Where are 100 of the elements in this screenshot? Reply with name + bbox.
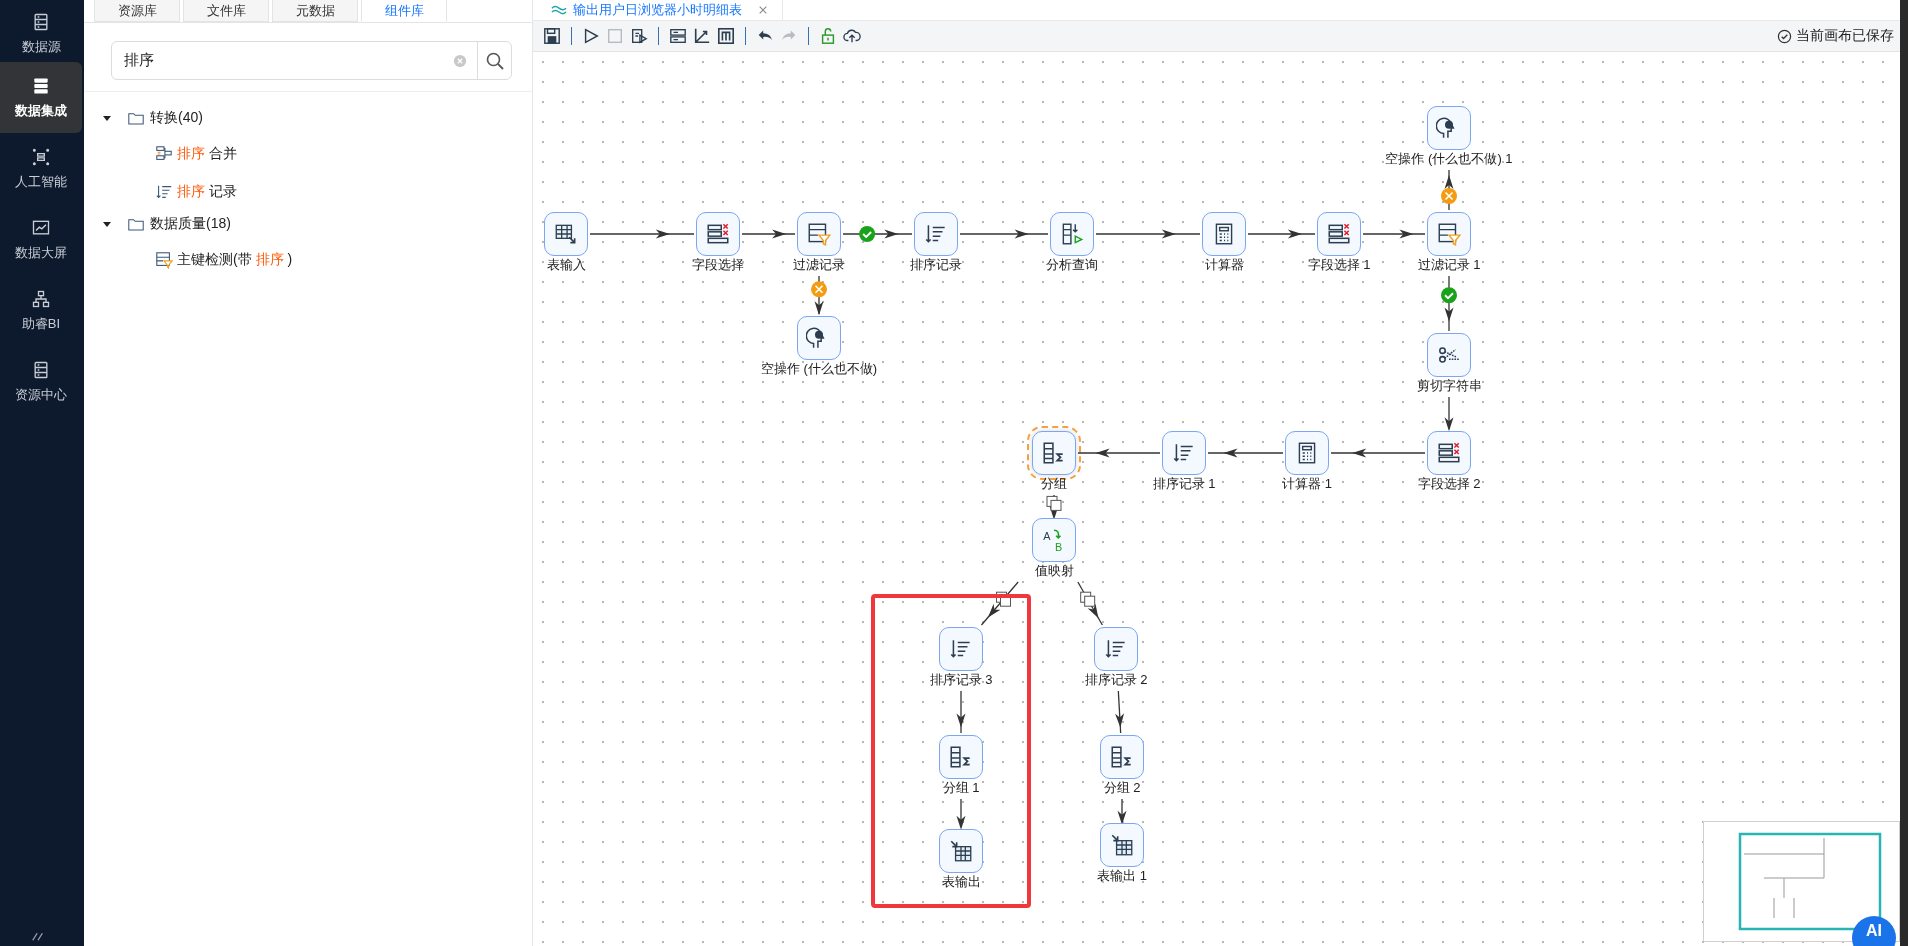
step-node[interactable] <box>1317 212 1361 256</box>
merge-icon <box>155 145 173 163</box>
node-label: 排序记录 3 <box>929 672 993 688</box>
step-node[interactable] <box>797 212 841 256</box>
node-label: 空操作 (什么也不做) 1 <box>1385 151 1513 167</box>
table-arrow-icon <box>1109 832 1135 858</box>
search-icon <box>484 50 505 71</box>
node-label: 字段选择 1 <box>1307 257 1371 273</box>
search-field[interactable]: 排序 <box>111 41 512 80</box>
connector-arrow <box>1077 581 1103 626</box>
node-label: 剪切字符串 <box>1416 378 1482 394</box>
connector-arrow <box>1444 396 1454 432</box>
step-node[interactable] <box>914 212 958 256</box>
panel-tab[interactable]: 元数据 <box>272 0 358 22</box>
rows-icon <box>669 27 687 45</box>
panel-tab[interactable]: 资源库 <box>94 0 180 22</box>
connector-arrow <box>1362 229 1426 239</box>
node-label: 计算器 1 <box>1282 476 1332 492</box>
step-node[interactable] <box>544 212 588 256</box>
caret-icon[interactable] <box>102 113 112 123</box>
category-label[interactable]: 转换(40) <box>150 109 203 127</box>
step-node[interactable] <box>1050 212 1094 256</box>
connector-arrow <box>842 229 913 239</box>
floppy-icon <box>543 27 561 45</box>
step-node[interactable] <box>1100 735 1144 779</box>
connector-arrow <box>980 581 1019 626</box>
close-icon[interactable] <box>758 5 768 15</box>
step-node[interactable] <box>797 316 841 360</box>
component-item[interactable]: 排序 合并 <box>177 145 237 163</box>
step-node[interactable] <box>1427 333 1471 377</box>
node-label: 分组 <box>1041 476 1067 492</box>
connector-arrow <box>741 229 796 239</box>
connector-arrow <box>1117 798 1127 825</box>
caret-icon[interactable] <box>102 219 112 229</box>
node-label: 排序记录 2 <box>1084 672 1148 688</box>
step-node[interactable] <box>1100 823 1144 867</box>
nav-item[interactable]: 助睿BI <box>0 275 82 346</box>
step-node[interactable] <box>1427 431 1471 475</box>
step-node[interactable] <box>1427 212 1471 256</box>
letter-b: B <box>1055 540 1063 553</box>
save-status: 当前画布已保存 <box>1796 27 1894 45</box>
scan-icon <box>31 146 51 167</box>
node-label: 表输出 <box>941 874 981 890</box>
step-node[interactable] <box>696 212 740 256</box>
wave-icon <box>551 4 567 16</box>
step-node[interactable] <box>1285 431 1329 475</box>
node-label: 表输出 1 <box>1097 868 1147 884</box>
node-label: 排序记录 <box>910 257 962 273</box>
search-input[interactable]: 排序 <box>112 51 453 70</box>
step-node[interactable] <box>939 735 983 779</box>
component-item[interactable]: 排序 记录 <box>177 183 237 201</box>
nav-item[interactable]: 资源中心 <box>0 346 82 417</box>
step-node[interactable] <box>1094 627 1138 671</box>
nav-item[interactable]: 数据源 <box>0 0 82 62</box>
letter-a: A <box>1043 530 1051 542</box>
panel-tab[interactable]: 组件库 <box>361 0 447 22</box>
connector-arrow <box>956 798 966 830</box>
table-arrow-icon <box>948 838 974 864</box>
search-button[interactable] <box>477 42 511 79</box>
node-label: 计算器 <box>1204 257 1244 273</box>
nav-item[interactable]: 人工智能 <box>0 133 82 204</box>
axis-icon <box>693 27 711 45</box>
nav-item[interactable]: 数据集成 <box>0 62 82 133</box>
panel-tab[interactable]: 文件库 <box>183 0 269 22</box>
tab-title: 输出用户日浏览器小时明细表 <box>573 1 742 19</box>
connector-arrow <box>1115 690 1125 734</box>
filter-table-icon <box>155 251 173 269</box>
node-label: 字段选择 2 <box>1417 476 1481 492</box>
m-icon <box>717 27 735 45</box>
step-node[interactable] <box>1162 431 1206 475</box>
nav-item[interactable]: 数据大屏 <box>0 204 82 275</box>
component-item[interactable]: 主键检测(带 排序 ) <box>177 251 293 269</box>
play-icon <box>582 27 600 45</box>
connector-arrow <box>1444 275 1454 332</box>
node-label: 分组 2 <box>1103 780 1141 796</box>
document-play-icon <box>630 27 648 45</box>
node-label: 排序记录 1 <box>1152 476 1216 492</box>
category-label[interactable]: 数据质量(18) <box>150 215 231 233</box>
node-label: 空操作 (什么也不做) <box>760 361 878 377</box>
canvas-tab[interactable]: 输出用户日浏览器小时明细表 <box>533 0 783 20</box>
step-node[interactable] <box>1427 106 1471 150</box>
connector-arrow <box>956 690 966 734</box>
m-button[interactable] <box>715 25 737 47</box>
node-label: 分析查询 <box>1046 257 1098 273</box>
minimap[interactable] <box>1703 821 1900 942</box>
node-label: 过滤记录 1 <box>1417 257 1481 273</box>
step-node[interactable] <box>939 829 983 873</box>
check-circle-icon <box>1777 28 1792 44</box>
cloud-upload-icon <box>843 27 861 45</box>
hierarchy-icon <box>31 288 51 309</box>
filter-table-icon <box>1436 221 1462 247</box>
step-node[interactable] <box>1202 212 1246 256</box>
save-button[interactable] <box>541 25 563 47</box>
node-label: 表输入 <box>546 257 586 273</box>
step-node[interactable] <box>939 627 983 671</box>
step-node[interactable]: A B <box>1032 518 1076 562</box>
node-label: 值映射 <box>1034 563 1074 579</box>
square-icon <box>606 27 624 45</box>
node-label: 过滤记录 <box>793 257 845 273</box>
folder-icon <box>128 217 144 231</box>
